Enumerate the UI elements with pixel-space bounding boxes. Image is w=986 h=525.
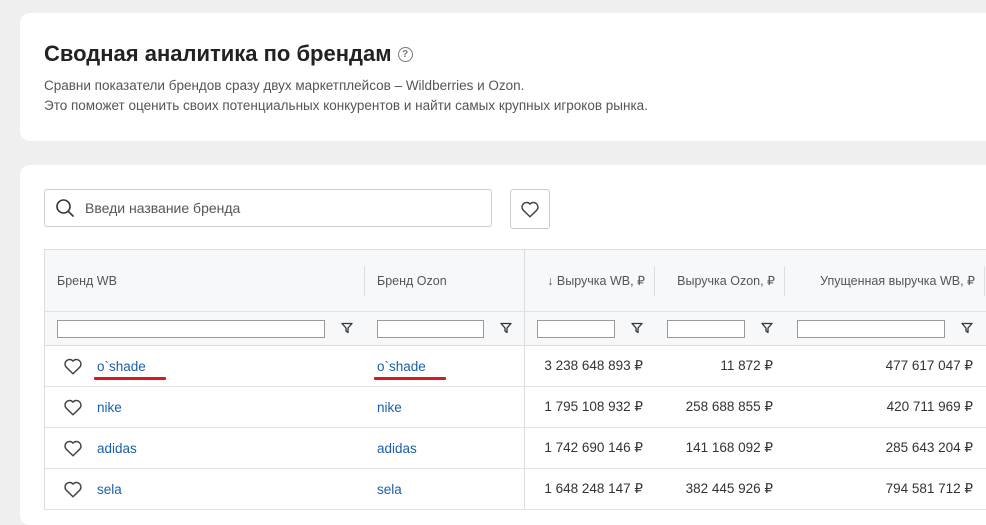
heart-outline-icon: [521, 201, 539, 218]
table-header-row: Бренд WB Бренд Ozon ↓ Выручка WB, ₽ Выру…: [45, 250, 986, 312]
brand-wb-link[interactable]: sela: [97, 482, 122, 497]
filter-icon[interactable]: [761, 322, 773, 334]
heart-outline-icon[interactable]: [63, 398, 83, 416]
highlight-underline: [374, 376, 446, 380]
column-header-revenue-wb[interactable]: ↓ Выручка WB, ₽: [525, 250, 655, 311]
brand-wb-link[interactable]: nike: [97, 400, 122, 415]
revenue-ozon-cell: 382 445 926 ₽: [685, 481, 773, 496]
filter-input-revenue-wb[interactable]: [537, 319, 615, 338]
highlight-underline: [94, 376, 166, 380]
column-header-lost-revenue-wb[interactable]: Упущенная выручка WB, ₽: [785, 250, 985, 311]
page-title-text: Сводная аналитика по брендам: [44, 41, 392, 66]
table-row: adidas adidas 1 742 690 146 ₽ 141 168 09…: [45, 428, 986, 469]
filter-icon[interactable]: [341, 322, 353, 334]
filter-input-lost-revenue-wb[interactable]: [797, 319, 945, 338]
page-subtitle: Сравни показатели брендов сразу двух мар…: [44, 76, 648, 116]
table-row: o`shade o`shade 3 238 648 893 ₽ 11 872 ₽…: [45, 346, 986, 387]
column-header-brand-wb[interactable]: Бренд WB: [45, 250, 365, 311]
subtitle-line-1: Сравни показатели брендов сразу двух мар…: [44, 78, 525, 93]
revenue-wb-cell: 1 742 690 146 ₽: [544, 440, 643, 455]
filter-icon[interactable]: [631, 322, 643, 334]
column-header-revenue-ozon[interactable]: Выручка Ozon, ₽: [655, 250, 785, 311]
lost-revenue-wb-cell: 285 643 204 ₽: [885, 440, 973, 455]
heart-outline-icon[interactable]: [63, 480, 83, 498]
lost-revenue-wb-cell: 794 581 712 ₽: [885, 481, 973, 496]
table-row: nike nike 1 795 108 932 ₽ 258 688 855 ₽ …: [45, 387, 986, 428]
brand-ozon-link[interactable]: adidas: [377, 441, 417, 456]
filter-input-brand-wb[interactable]: [57, 319, 325, 338]
heart-outline-icon[interactable]: [63, 357, 83, 375]
subtitle-line-2: Это поможет оценить своих потенциальных …: [44, 98, 648, 113]
help-circle-icon[interactable]: ?: [397, 46, 413, 62]
revenue-wb-cell: 3 238 648 893 ₽: [544, 358, 643, 373]
heart-outline-icon[interactable]: [63, 439, 83, 457]
revenue-ozon-cell: 258 688 855 ₽: [685, 399, 773, 414]
brand-ozon-link[interactable]: nike: [377, 400, 402, 415]
filter-input-revenue-ozon[interactable]: [667, 319, 745, 338]
filter-icon[interactable]: [961, 322, 973, 334]
favorites-filter-button[interactable]: [510, 189, 550, 229]
filter-icon[interactable]: [500, 322, 512, 334]
table-filter-row: [45, 312, 986, 346]
revenue-ozon-cell: 11 872 ₽: [720, 358, 773, 373]
header-card: Сводная аналитика по брендам ? Сравни по…: [20, 13, 986, 141]
brand-wb-link[interactable]: o`shade: [94, 359, 166, 380]
revenue-wb-cell: 1 648 248 147 ₽: [544, 481, 643, 496]
column-header-brand-ozon[interactable]: Бренд Ozon: [365, 250, 525, 311]
search-icon: [56, 199, 74, 217]
brand-search-input[interactable]: [83, 199, 467, 217]
revenue-wb-cell: 1 795 108 932 ₽: [544, 399, 643, 414]
revenue-ozon-cell: 141 168 092 ₽: [685, 440, 773, 455]
lost-revenue-wb-cell: 477 617 047 ₽: [885, 358, 973, 373]
lost-revenue-wb-cell: 420 711 969 ₽: [886, 399, 973, 414]
brand-wb-link[interactable]: adidas: [97, 441, 137, 456]
table-row: sela sela 1 648 248 147 ₽ 382 445 926 ₽ …: [45, 469, 986, 510]
brand-search-field[interactable]: [44, 189, 492, 227]
brands-table: Бренд WB Бренд Ozon ↓ Выручка WB, ₽ Выру…: [44, 249, 986, 510]
brands-card: Бренд WB Бренд Ozon ↓ Выручка WB, ₽ Выру…: [20, 165, 986, 525]
brand-ozon-link[interactable]: o`shade: [374, 359, 446, 380]
page-title: Сводная аналитика по брендам ?: [44, 41, 413, 67]
brand-ozon-link[interactable]: sela: [377, 482, 402, 497]
filter-input-brand-ozon[interactable]: [377, 319, 484, 338]
